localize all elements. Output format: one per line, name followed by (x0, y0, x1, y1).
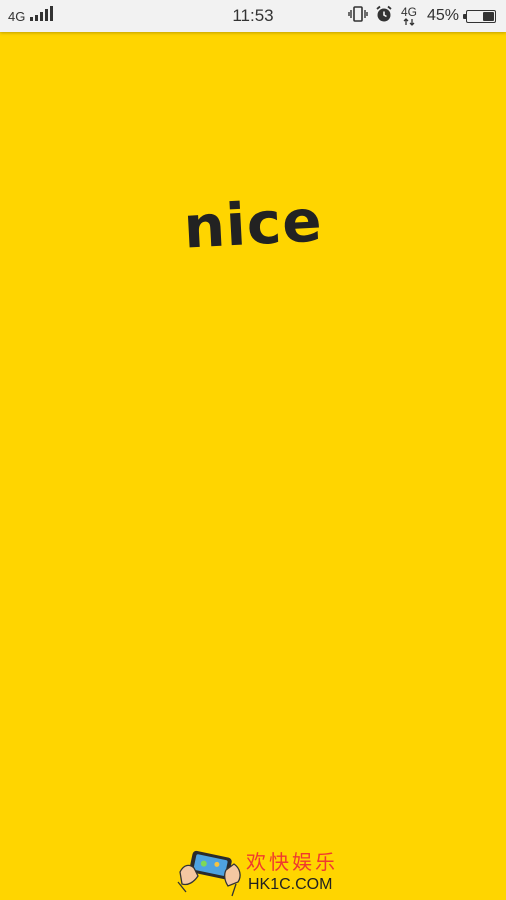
vibrate-icon (348, 5, 368, 28)
mobile-data-icon: 4G (400, 5, 420, 27)
app-logo: nice (181, 186, 325, 262)
status-right: 4G 45% (348, 0, 496, 32)
battery-icon (463, 9, 496, 23)
watermark-url: HK1C.COM (248, 876, 333, 893)
battery-percent: 45% (426, 7, 459, 24)
watermark-brand: 欢快娱乐 (246, 850, 338, 874)
hands-gamepad-icon (176, 842, 242, 900)
clock-time: 11:53 (232, 6, 274, 25)
battery-level-fill (483, 11, 494, 21)
battery-cap (463, 13, 466, 19)
watermark: 欢快娱乐 HK1C.COM (176, 842, 346, 898)
alarm-clock-icon (375, 5, 393, 28)
status-bar: 4G 11:53 4G 45% (0, 0, 506, 32)
splash-screen: 4G 11:53 4G 45% nice 欢快娱乐 HK1C.COM (0, 0, 506, 900)
